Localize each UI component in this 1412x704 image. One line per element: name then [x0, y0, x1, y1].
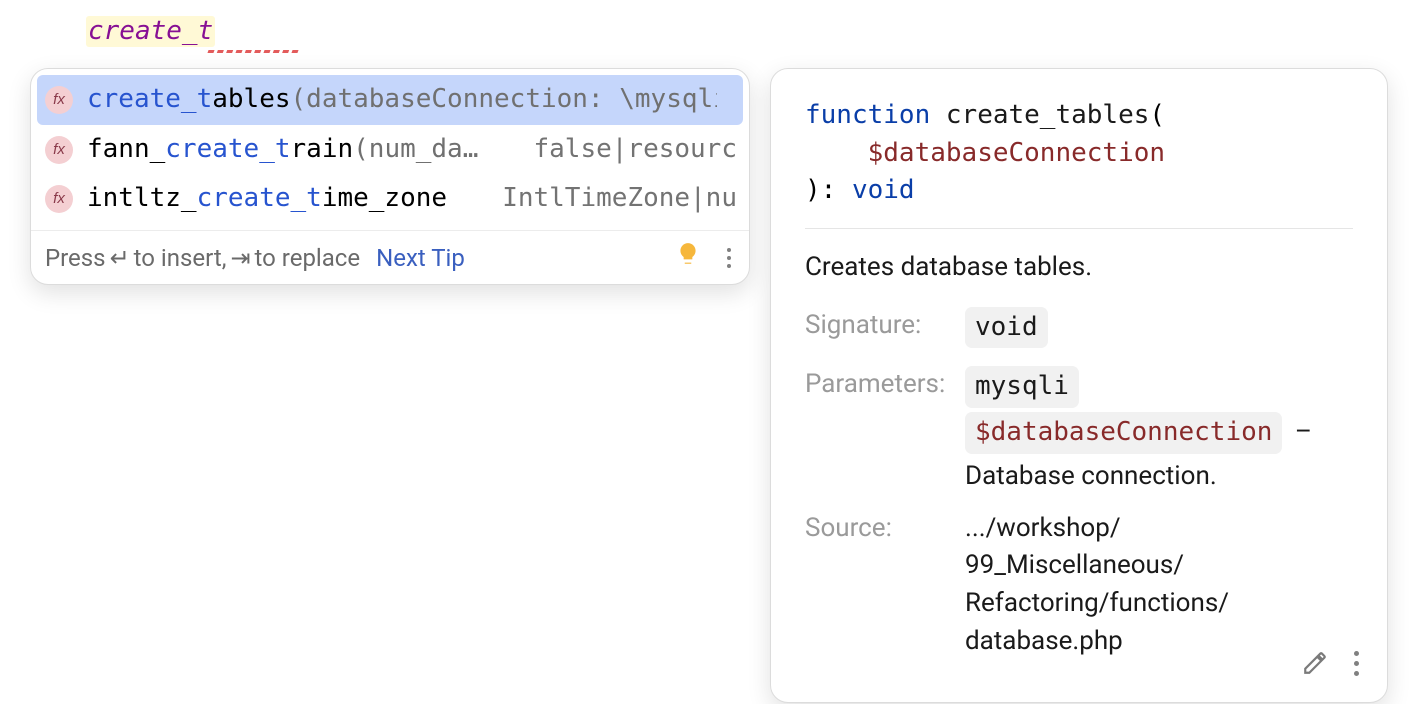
completion-item[interactable]: fx fann_create_train(num_da… false|resou… [31, 125, 749, 175]
doc-signature: function create_tables( $databaseConnect… [805, 97, 1353, 210]
source-path[interactable]: .../workshop/ 99_Miscellaneous/ Refactor… [965, 510, 1353, 661]
enter-key-icon: ↵ [110, 244, 130, 272]
param-var-chip: $databaseConnection [965, 412, 1282, 454]
completion-item[interactable]: fx create_tables(databaseConnection: \my… [37, 75, 743, 125]
param-type-chip: mysqli [965, 366, 1079, 408]
completion-type: IntlTimeZone|nu [482, 180, 737, 218]
completion-name: create_tables(databaseConnection: \mysql… [87, 81, 717, 119]
completion-name: intltz_create_time_zone [87, 180, 447, 218]
function-icon: fx [45, 185, 73, 213]
doc-description: Creates database tables. [805, 249, 1353, 287]
function-icon: fx [45, 136, 73, 164]
completion-name: fann_create_train(num_da… [87, 131, 478, 169]
doc-popup: function create_tables( $databaseConnect… [770, 68, 1388, 703]
completion-popup: fx create_tables(databaseConnection: \my… [30, 68, 750, 285]
doc-label: Parameters: [805, 366, 965, 404]
doc-label: Signature: [805, 307, 965, 345]
completion-list: fx create_tables(databaseConnection: \my… [31, 69, 749, 230]
editor-typed-text[interactable]: create_t [86, 16, 215, 47]
doc-row-signature: Signature: void [805, 307, 1353, 353]
completion-hint: Press ↵ to insert, ⇥ to replace [45, 244, 360, 272]
divider [805, 228, 1353, 229]
completion-item[interactable]: fx intltz_create_time_zone IntlTimeZone|… [31, 174, 749, 224]
completion-footer: Press ↵ to insert, ⇥ to replace Next Tip [31, 230, 749, 284]
doc-row-parameters: Parameters: mysqli $databaseConnection –… [805, 366, 1353, 495]
doc-label: Source: [805, 510, 965, 548]
more-options-icon[interactable] [723, 244, 735, 272]
next-tip-link[interactable]: Next Tip [376, 244, 465, 272]
edit-icon[interactable] [1302, 650, 1328, 676]
tab-key-icon: ⇥ [230, 244, 250, 272]
lightbulb-icon[interactable] [675, 241, 701, 274]
doc-row-source: Source: .../workshop/ 99_Miscellaneous/ … [805, 510, 1353, 661]
signature-chip: void [965, 307, 1048, 349]
completion-type: false|resourc [514, 131, 738, 169]
function-icon: fx [45, 86, 73, 114]
more-options-icon[interactable] [1354, 651, 1359, 676]
